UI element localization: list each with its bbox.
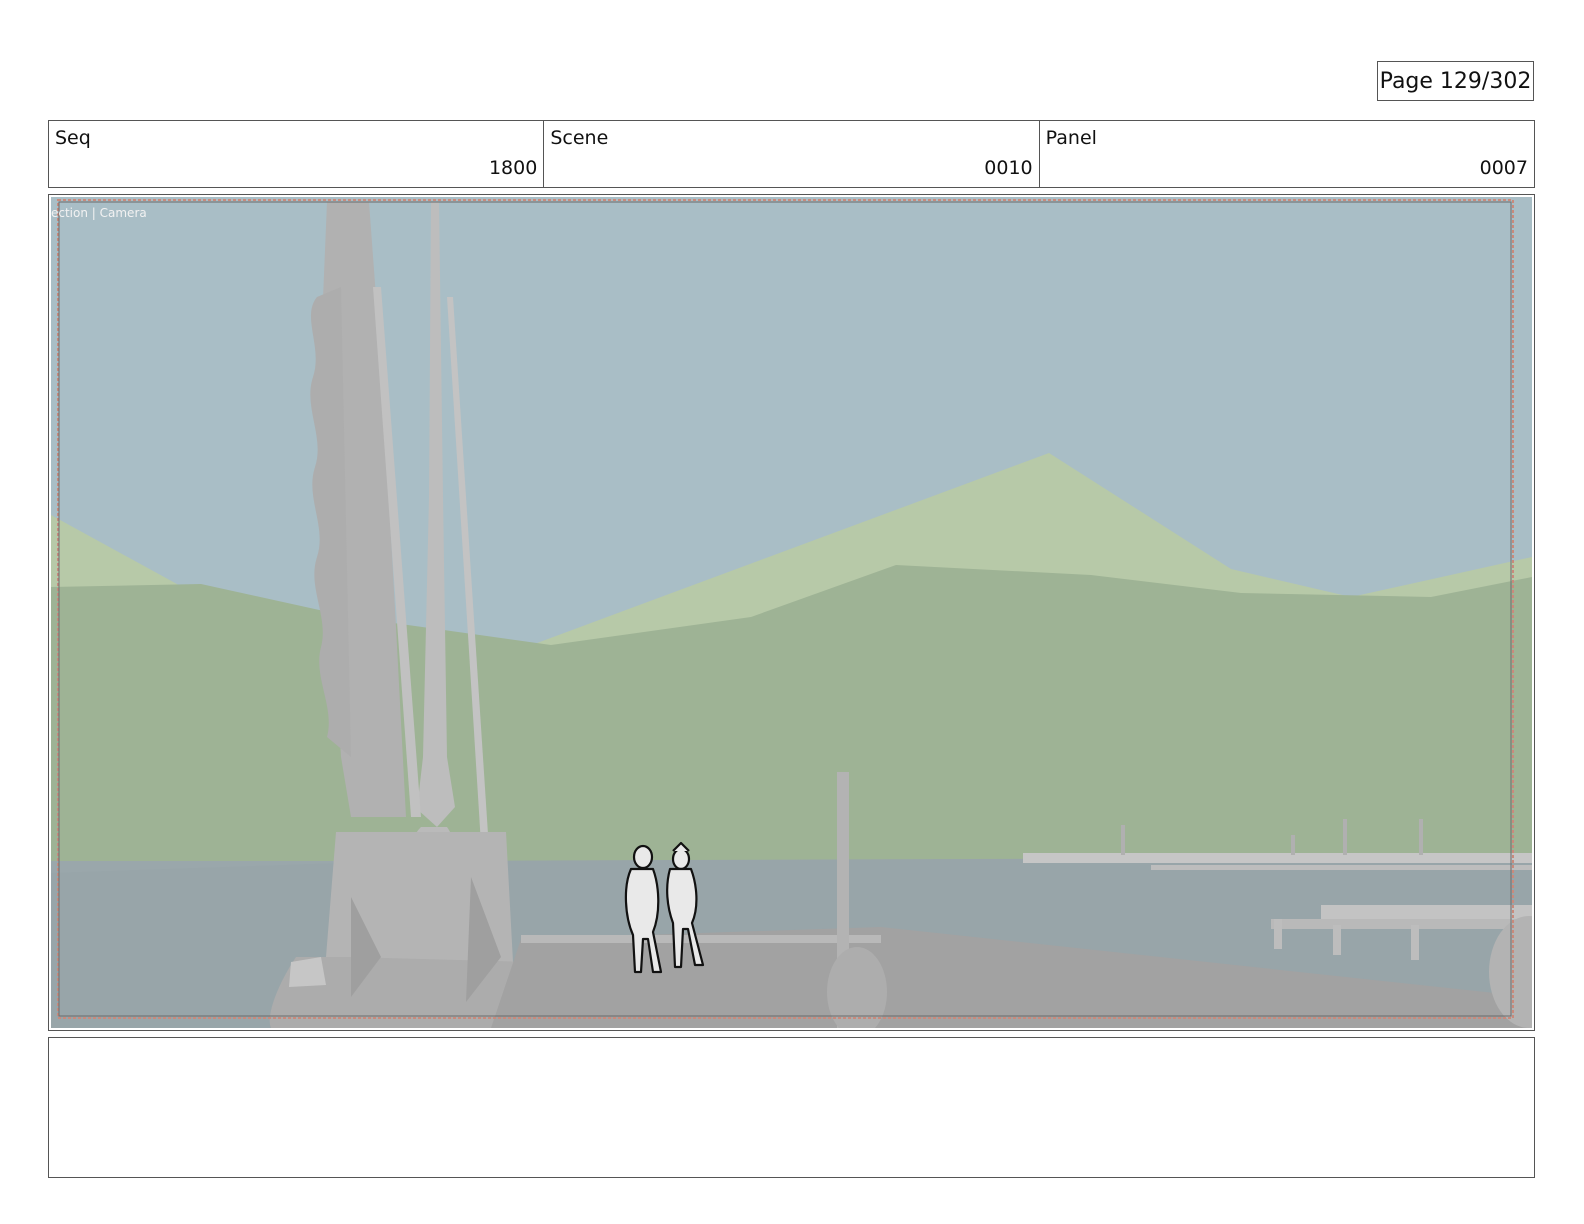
panel-cell: Panel 0007 <box>1040 121 1534 187</box>
storyboard-frame: ection | Camera <box>48 194 1535 1031</box>
near-hills <box>51 565 1532 897</box>
seq-label: Seq <box>55 127 91 149</box>
seq-cell: Seq 1800 <box>49 121 545 187</box>
scene-illustration <box>51 197 1532 1028</box>
page-number: Page 129/302 <box>1377 61 1534 101</box>
panel-label: Panel <box>1045 127 1097 149</box>
panel-notes-box[interactable] <box>48 1037 1535 1178</box>
seq-value: 1800 <box>488 157 538 179</box>
scene-value: 0010 <box>984 157 1033 179</box>
panel-info-row: Seq 1800 Scene 0010 Panel 0007 <box>48 120 1535 188</box>
panel-value: 0007 <box>1479 157 1528 179</box>
viewport-camera-label: ection | Camera <box>51 206 147 220</box>
scene-label: Scene <box>550 127 609 149</box>
scene-cell: Scene 0010 <box>544 121 1040 187</box>
